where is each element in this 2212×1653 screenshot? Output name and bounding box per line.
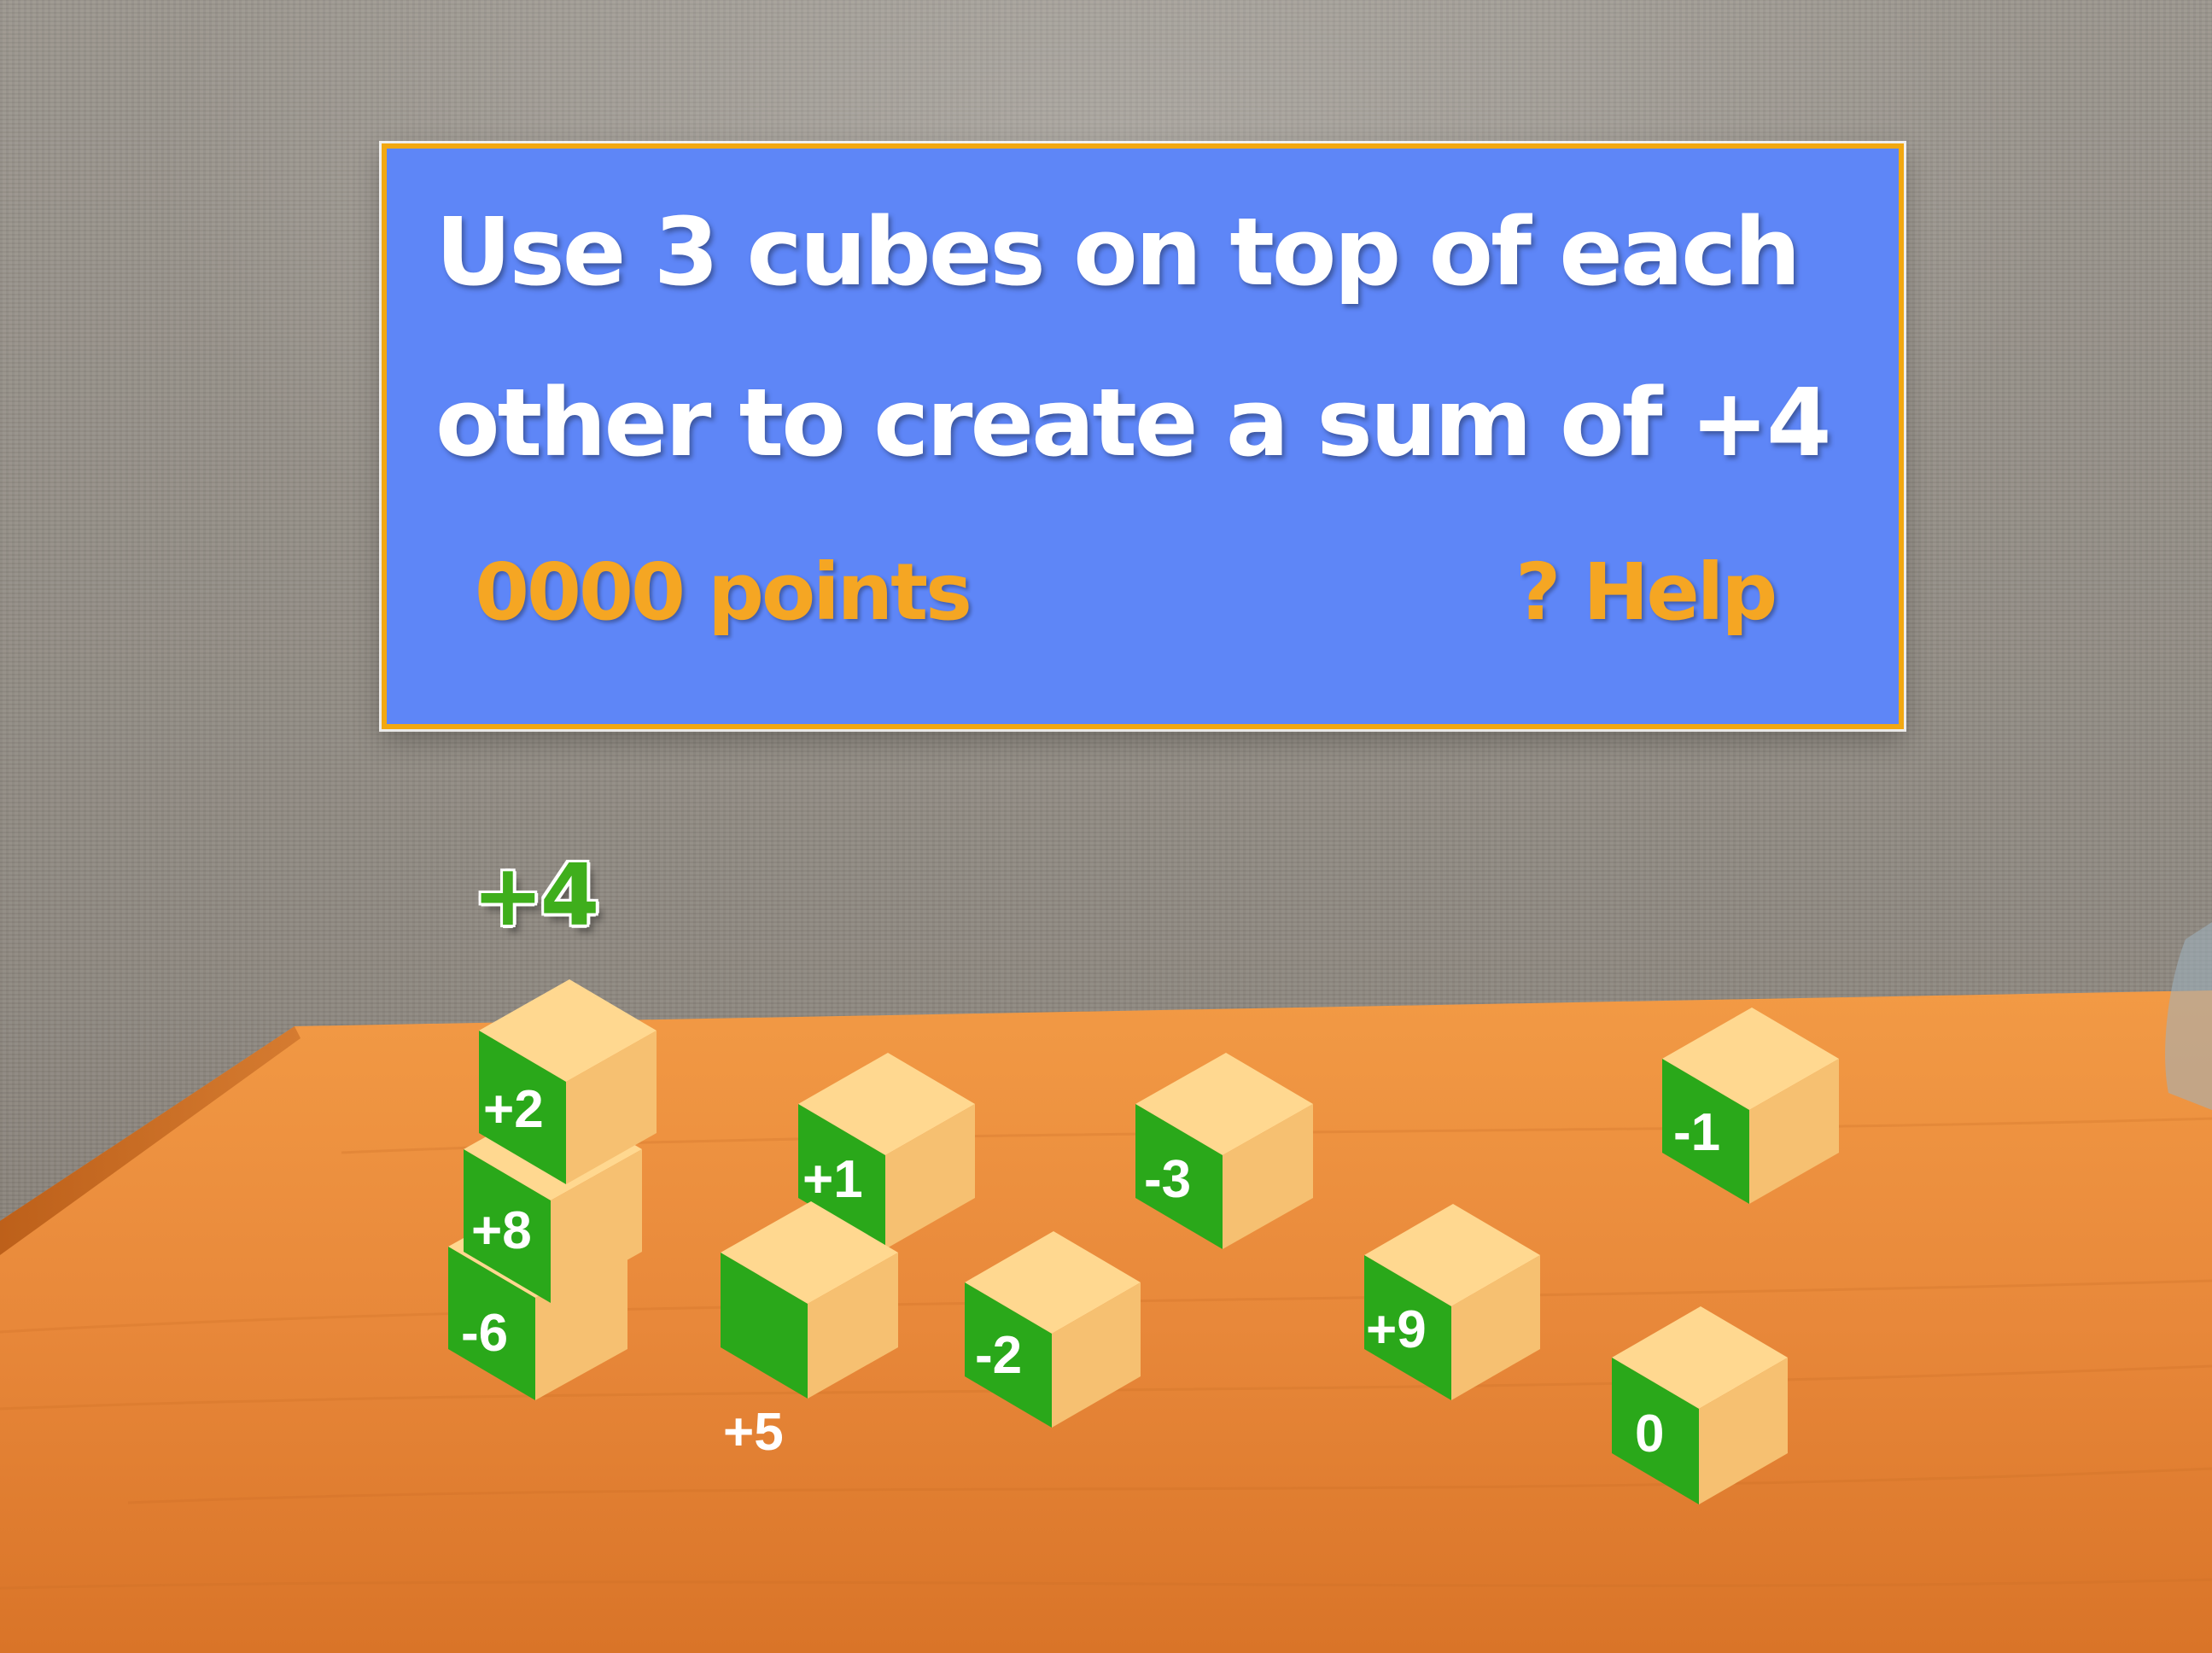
cube-label: +5 — [723, 1403, 784, 1462]
instruction-text: Use 3 cubes on top of each other to crea… — [435, 166, 1887, 508]
help-button[interactable]: ? Help — [1515, 546, 1777, 638]
cube-label: -2 — [975, 1326, 1022, 1385]
cube-label: -1 — [1673, 1103, 1720, 1162]
cube-label: 0 — [1635, 1405, 1664, 1463]
instruction-line-2: other to create a sum of +4 — [435, 368, 1832, 477]
cube-stack: -6 +8 +2 — [448, 979, 657, 1400]
cube-label: +8 — [471, 1201, 532, 1260]
cube-label: -6 — [461, 1304, 508, 1363]
score-counter: 0000 points — [475, 546, 972, 638]
stack-sum-label: +4 — [472, 845, 599, 945]
cube-label: +1 — [803, 1150, 863, 1209]
glass-object — [2165, 922, 2212, 1110]
instruction-line-1: Use 3 cubes on top of each — [435, 197, 1801, 307]
cube-label: +2 — [483, 1080, 544, 1139]
cube-label: +9 — [1366, 1300, 1427, 1359]
cube-label: -3 — [1144, 1150, 1191, 1209]
